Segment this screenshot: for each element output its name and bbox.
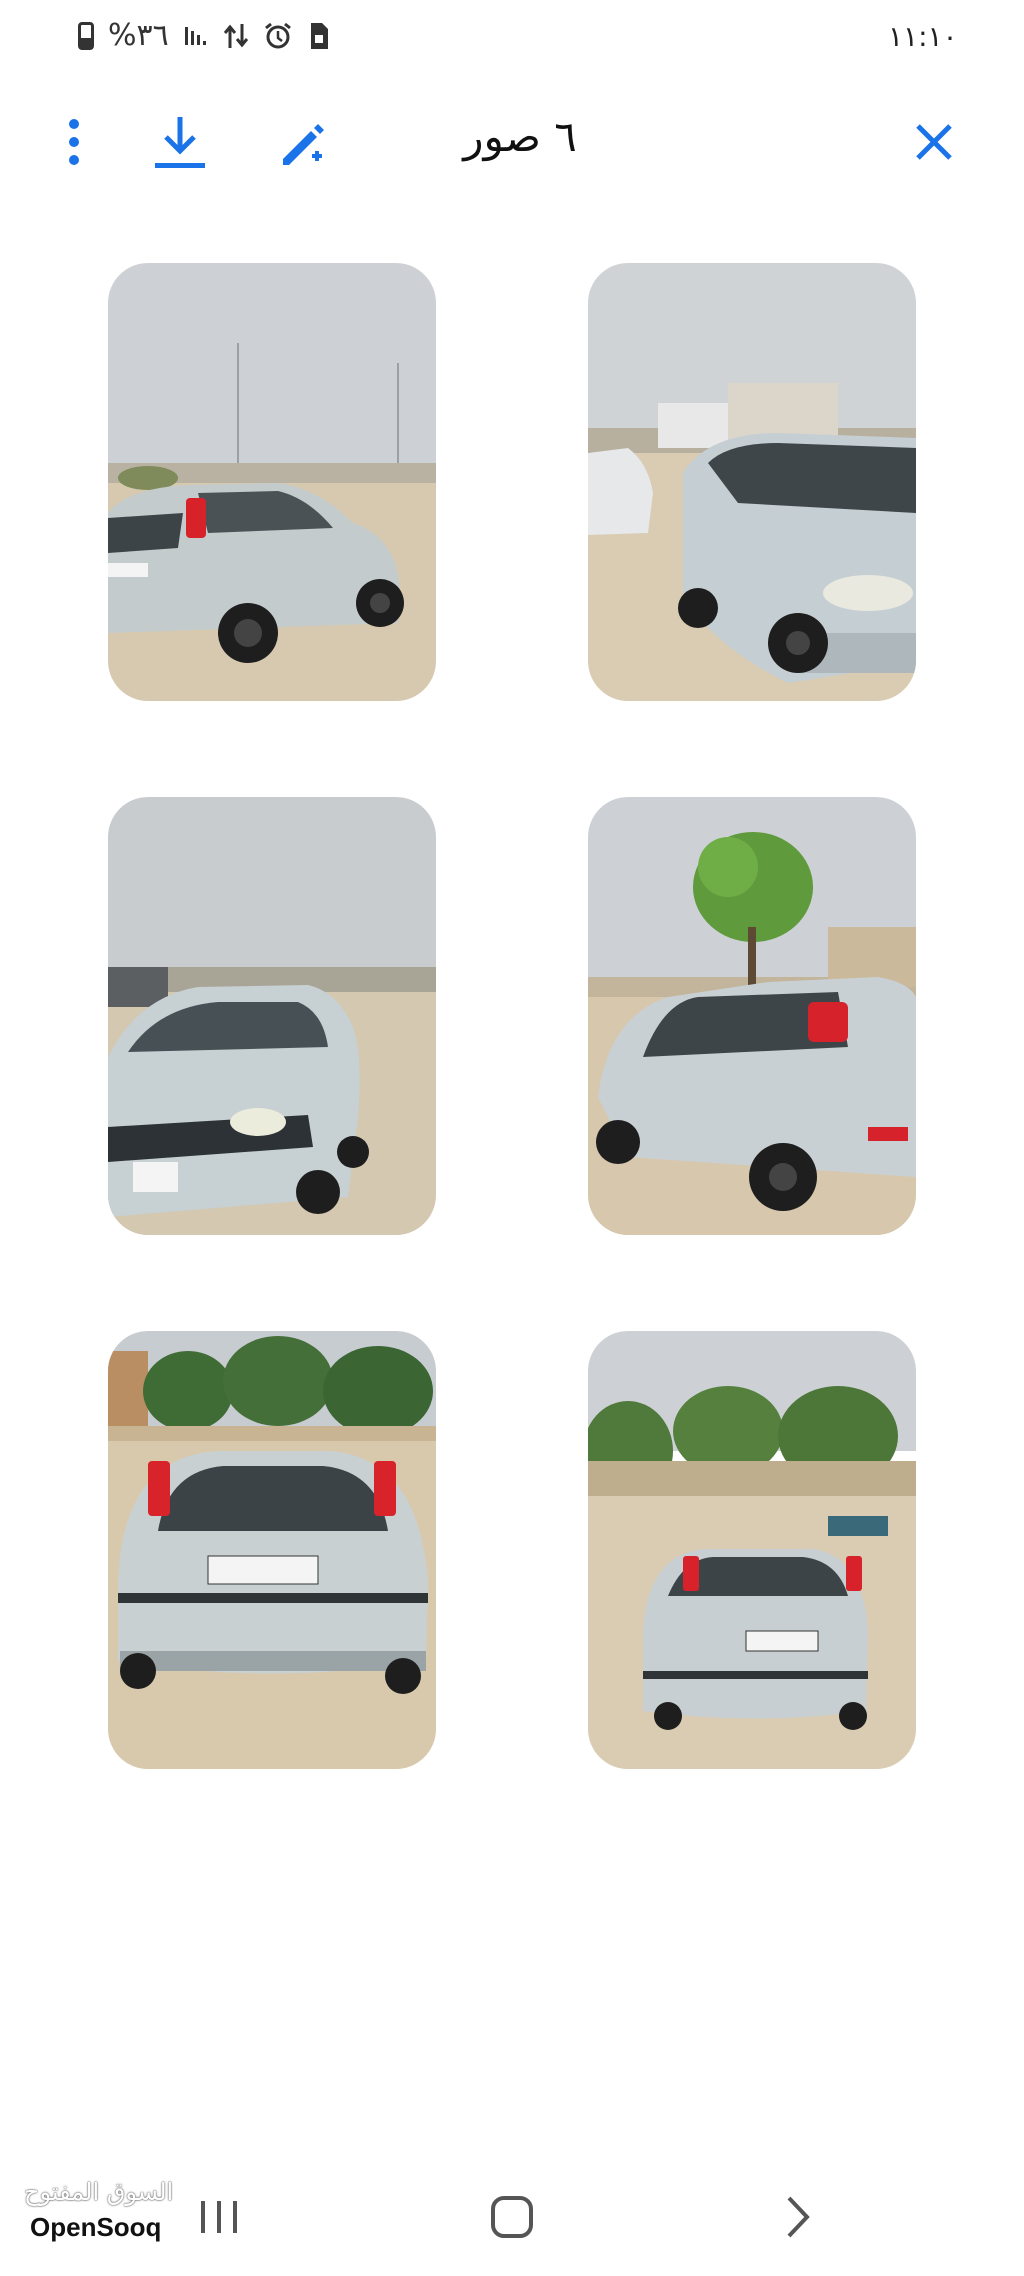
watermark: السوق المفتوح OpenSooq (24, 2178, 173, 2245)
battery-icon (78, 21, 94, 50)
download-icon[interactable] (148, 110, 212, 174)
more-vert-icon[interactable] (42, 110, 106, 174)
status-icons: %٣٦ (78, 18, 331, 53)
status-time: ١١:١٠ (888, 20, 958, 53)
battery-percent: %٣٦ (108, 18, 169, 53)
edit-magic-icon[interactable] (272, 110, 336, 174)
signal-icon (184, 26, 206, 45)
photo-thumbnail[interactable] (108, 263, 436, 701)
photo-thumbnail[interactable] (588, 1331, 916, 1769)
sim-icon (310, 22, 328, 49)
watermark-arabic: السوق المفتوح (24, 2178, 174, 2206)
alarm-icon (264, 22, 291, 48)
page-title: ٦ صور (463, 112, 577, 161)
back-icon[interactable] (765, 2185, 829, 2249)
photo-thumbnail[interactable] (108, 797, 436, 1235)
data-arrows-icon (223, 23, 248, 48)
close-icon[interactable] (902, 110, 966, 174)
photo-thumbnail[interactable] (588, 263, 916, 701)
status-bar: ١١:١٠ %٣٦ (0, 0, 1024, 72)
watermark-english: OpenSooq (24, 2210, 168, 2245)
home-icon[interactable] (480, 2185, 544, 2249)
recents-icon[interactable] (188, 2185, 252, 2249)
photo-thumbnail[interactable] (588, 797, 916, 1235)
photo-thumbnail[interactable] (108, 1331, 436, 1769)
